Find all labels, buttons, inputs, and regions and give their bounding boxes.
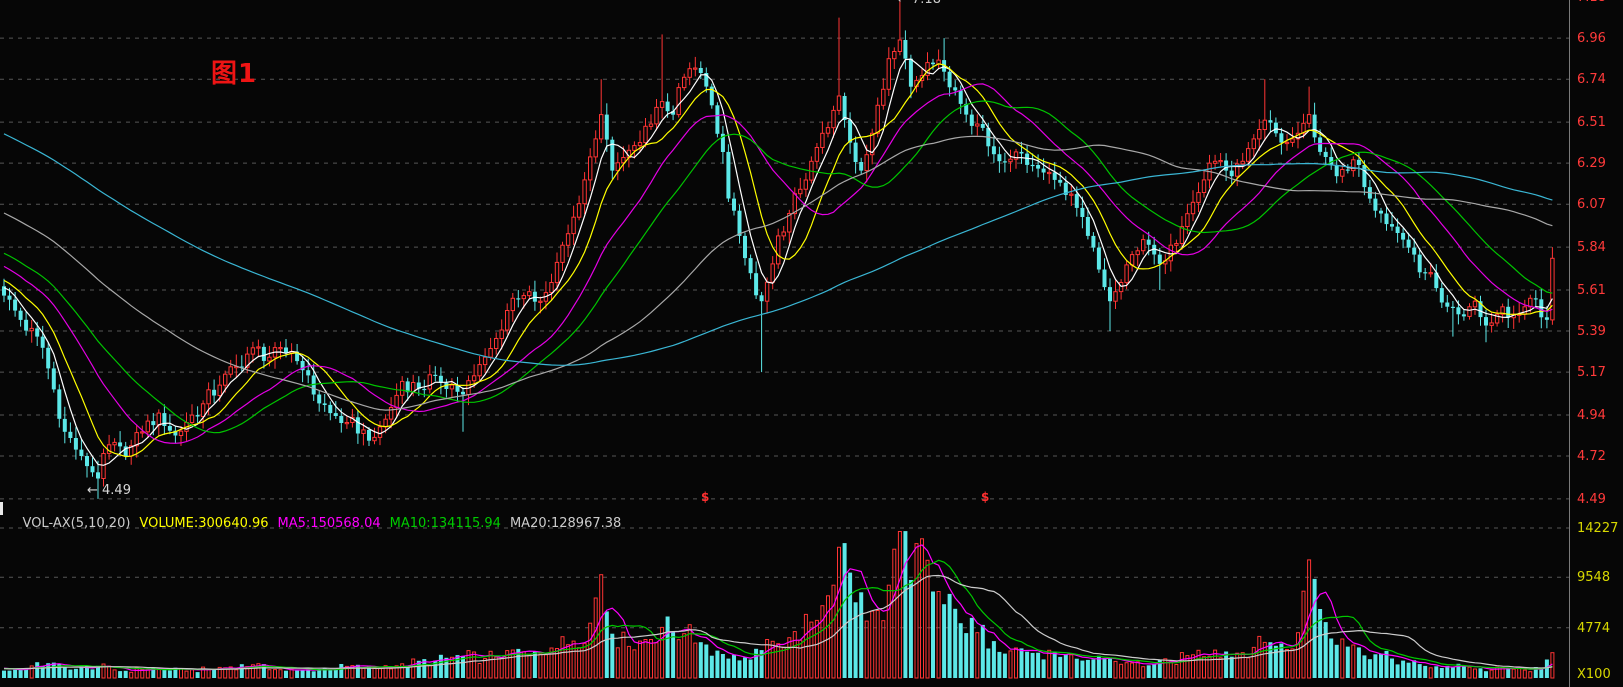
- legend-cursor: [0, 502, 3, 515]
- price-axis-label: 6.51: [1577, 115, 1606, 130]
- figure-annotation: 图1: [211, 53, 257, 90]
- price-axis-label: 7.18: [1577, 0, 1606, 5]
- price-axis-label: 4.94: [1577, 408, 1606, 423]
- volume-axis-label: 14227: [1577, 521, 1618, 536]
- low-price-marker: ← 4.49: [87, 483, 131, 498]
- legend-ma5-value: MA5:150568.04: [278, 516, 381, 531]
- legend-ma20-value: MA20:128967.38: [510, 516, 621, 531]
- legend-volume-value: VOLUME:300640.96: [139, 516, 268, 531]
- price-axis-label: 5.84: [1577, 240, 1606, 255]
- indicator-legend: VOL-AX(5,10,20) VOLUME:300640.96 MA5:15056…: [6, 501, 630, 546]
- price-axis-label: 6.29: [1577, 156, 1606, 171]
- high-price-marker: ← 7.18: [897, 0, 941, 7]
- price-axis-label: 4.49: [1577, 492, 1606, 507]
- dividend-event-marker[interactable]: $: [981, 490, 989, 504]
- price-axis-label: 6.74: [1577, 72, 1606, 87]
- legend-ma10-value: MA10:134115.94: [390, 516, 501, 531]
- legend-indicator-name[interactable]: VOL-AX(5,10,20): [23, 516, 131, 531]
- volume-axis-label: 4774: [1577, 621, 1610, 636]
- price-axis-label: 6.07: [1577, 197, 1606, 212]
- price-axis-label: 5.39: [1577, 324, 1606, 339]
- price-axis-label: 4.72: [1577, 449, 1606, 464]
- dividend-event-marker[interactable]: $: [701, 490, 709, 504]
- price-axis-label: 5.17: [1577, 365, 1606, 380]
- price-axis-label: 5.61: [1577, 283, 1606, 298]
- stock-chart-app: 7.18 6.96 6.74 6.51 6.29 6.07 5.84 5.61 5.39 5.17…: [0, 0, 1623, 687]
- volume-axis-label: 9548: [1577, 570, 1610, 585]
- candlestick-chart-canvas[interactable]: [0, 0, 1623, 687]
- volume-unit-label: X100: [1577, 667, 1611, 682]
- price-axis-label: 6.96: [1577, 31, 1606, 46]
